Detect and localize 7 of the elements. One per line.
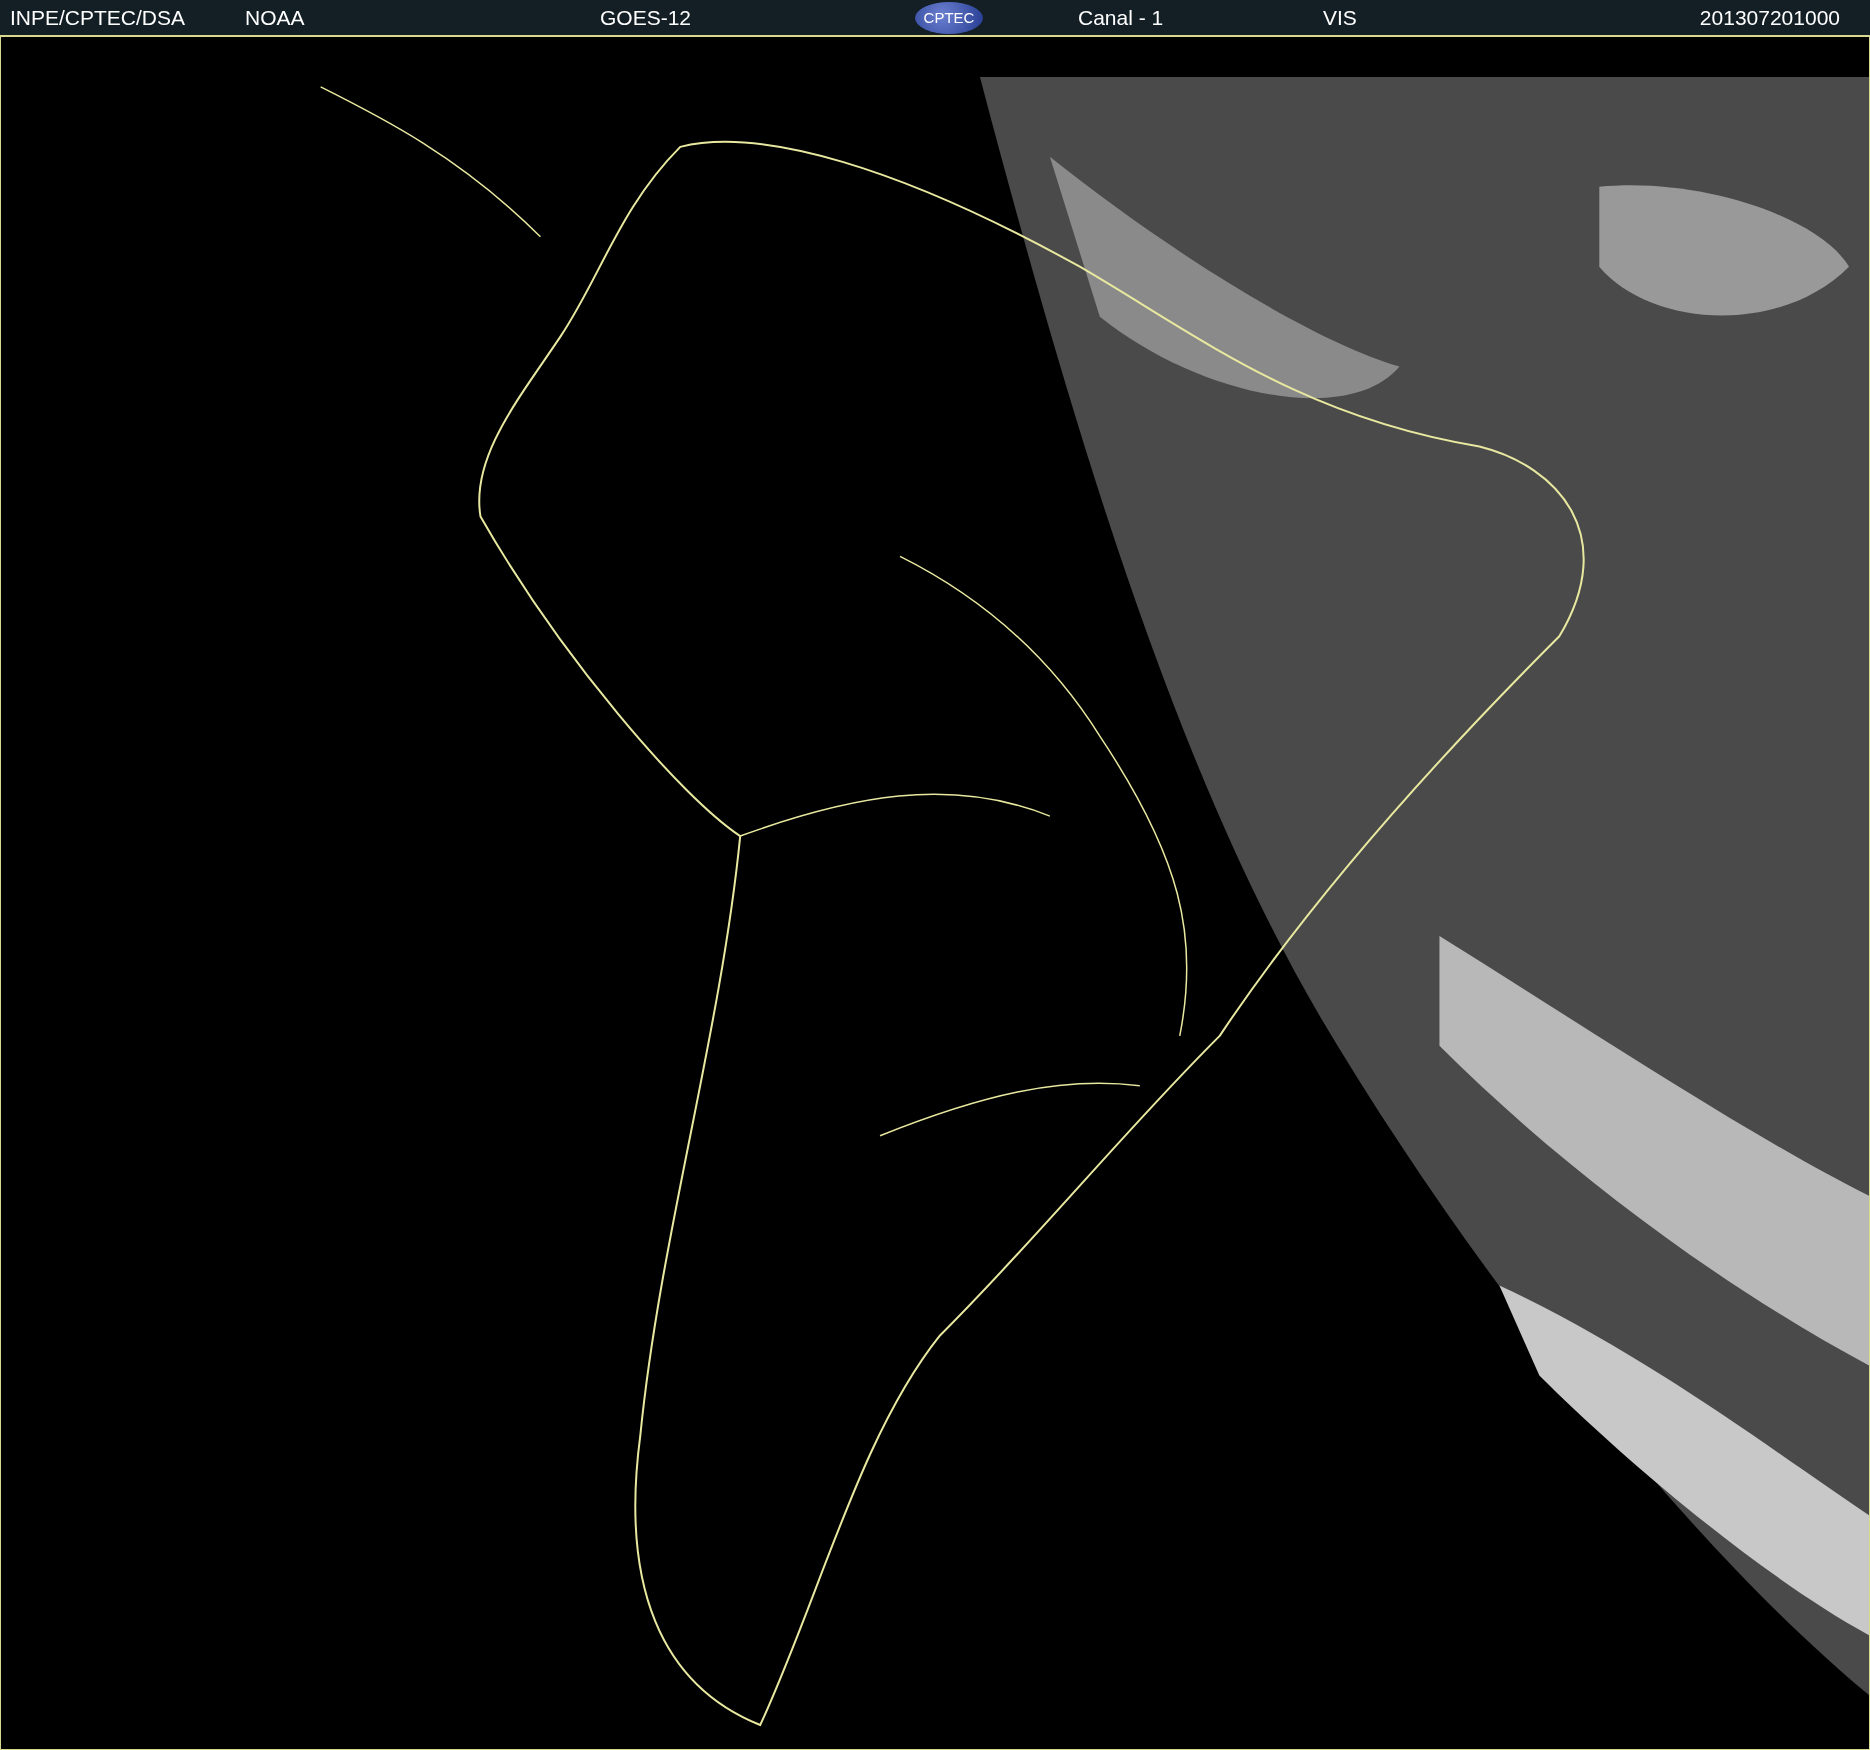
band-label: VIS — [1323, 5, 1358, 30]
channel-label: Canal - 1 — [1078, 5, 1165, 30]
satellite-label: GOES-12 — [600, 5, 693, 30]
timestamp-label: 201307201000 — [1699, 5, 1840, 30]
logo: CPTEC — [915, 1, 983, 34]
source-label: INPE/CPTEC/DSA — [10, 5, 187, 30]
agency-label: NOAA — [245, 5, 306, 30]
